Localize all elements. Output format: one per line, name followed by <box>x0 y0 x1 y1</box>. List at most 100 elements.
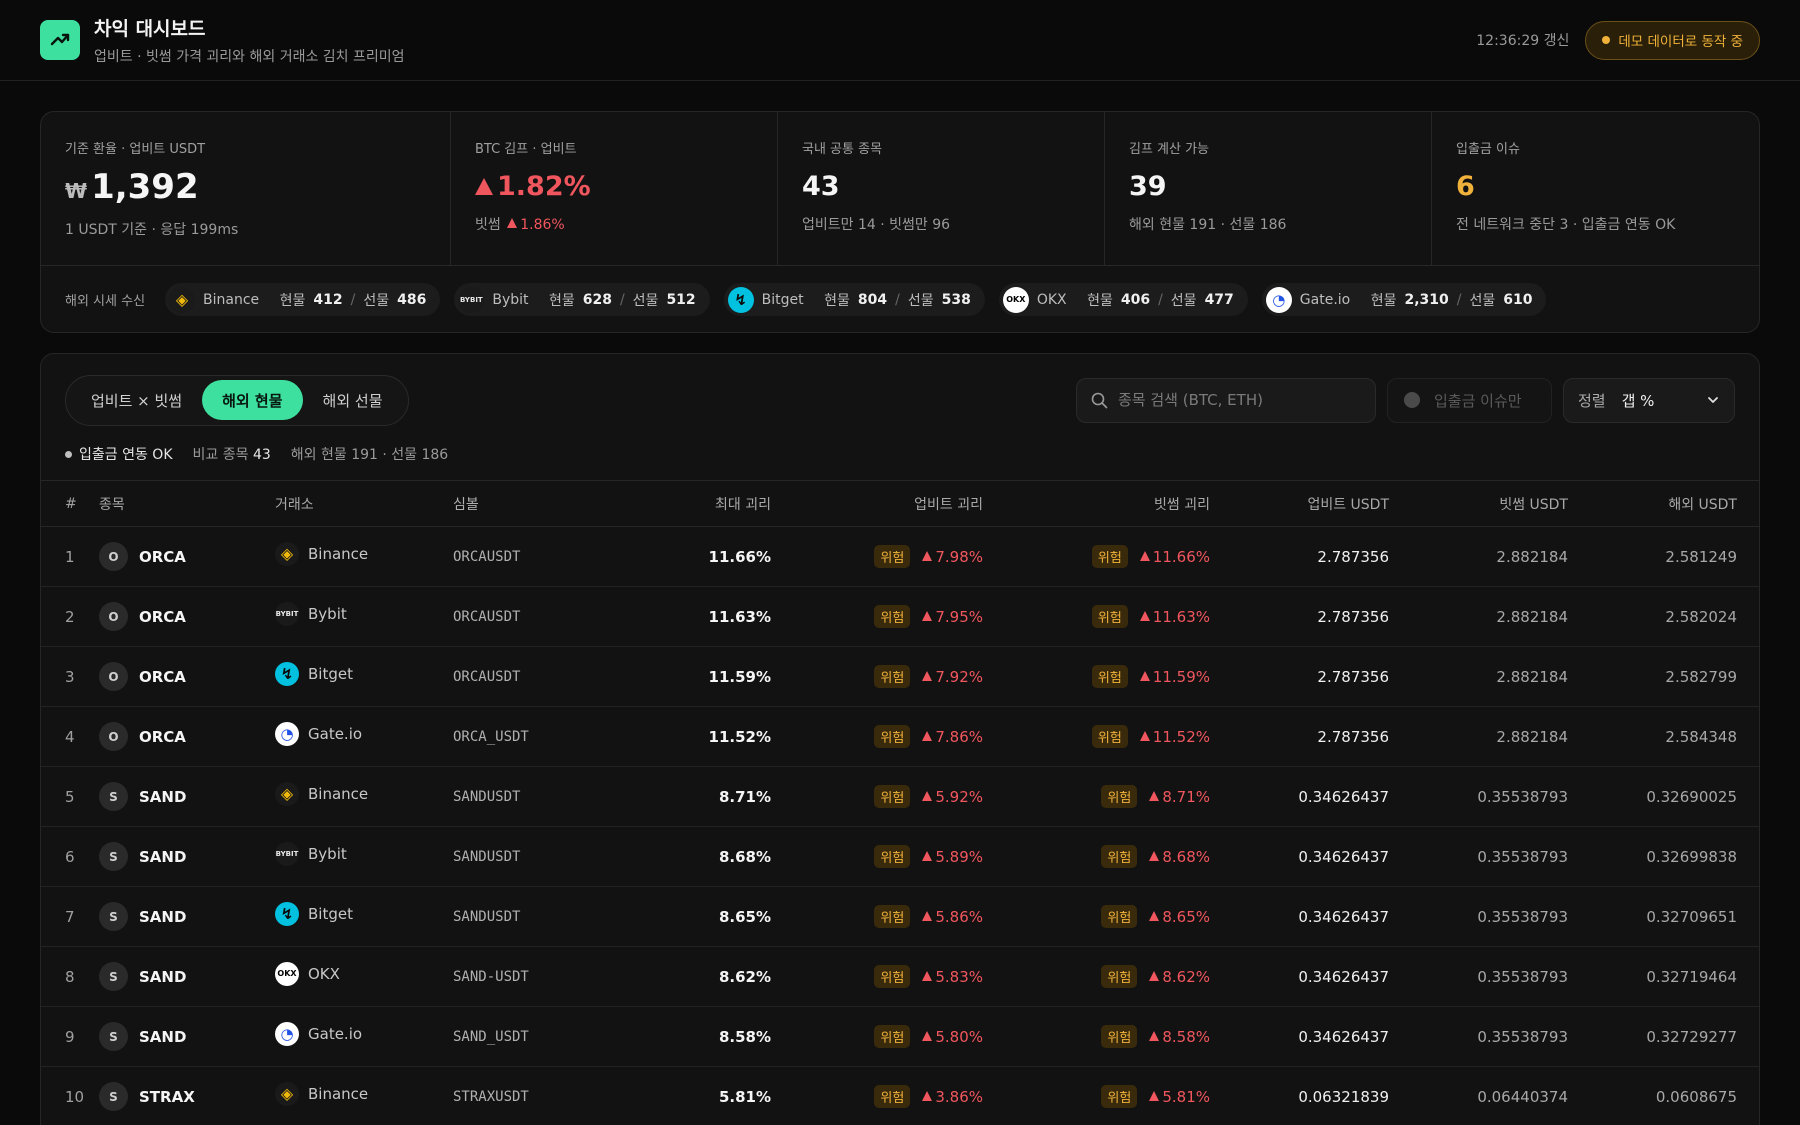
sort-select[interactable]: 정렬 갭 % <box>1563 377 1735 423</box>
feed-pill-binance[interactable]: ◈ Binance 현물 412 / 선물 486 <box>165 283 441 316</box>
upbit-usdt: 0.06321839 <box>1210 1066 1389 1125</box>
stat-btc-kimp: BTC 김프 · 업비트 1.82% 빗썸 1.86% <box>451 112 778 265</box>
row-no: 10 <box>41 1066 99 1125</box>
table-row[interactable]: 1 O ORCA ◈ Binance ORCAUSDT 11.66% 위험 7.98% 위험 11.… <box>41 526 1759 587</box>
table-row[interactable]: 10 S STRAX ◈ Binance STRAXUSDT 5.81% 위험 3.86% 위험 5… <box>41 1066 1759 1125</box>
table-header: # 종목 거래소 심볼 최대 괴리 업비트 괴리 빗썸 괴리 업비트 USDT … <box>41 480 1759 527</box>
upbit-gap: 7.86% <box>935 727 983 746</box>
table-row[interactable]: 2 O ORCA BYBIT Bybit ORCAUSDT 11.63% 위험 7.95% 위험 1… <box>41 586 1759 647</box>
tab-upbit-bithumb[interactable]: 업비트 × 빗썸 <box>71 380 202 420</box>
exchange-name: Gate.io <box>308 1024 363 1043</box>
risk-badge: 위험 <box>1091 665 1128 688</box>
futures-label: 선물 <box>1469 292 1496 309</box>
stat-label: 김프 계산 가능 <box>1129 142 1210 157</box>
risk-badge: 위험 <box>1101 1085 1138 1108</box>
tab-overseas-spot[interactable]: 해외 현물 <box>202 380 303 420</box>
coin-avatar: O <box>99 722 128 751</box>
bithumb-gap: 11.52% <box>1152 727 1210 746</box>
spot-label: 현물 <box>279 292 306 309</box>
search-icon <box>1091 392 1108 408</box>
coin-name: SAND <box>139 907 187 926</box>
exchange-name: Gate.io <box>1299 291 1351 308</box>
triangle-up-icon <box>1139 550 1150 561</box>
table-card: 업비트 × 빗썸 해외 현물 해외 선물 입출금 이슈만 정렬 갭 % 입출금 … <box>40 353 1760 1125</box>
upbit-usdt: 0.34626437 <box>1210 886 1389 947</box>
triangle-up-icon <box>922 730 933 741</box>
bitget-icon: ↯ <box>727 286 754 313</box>
stat-exchange-rate: 기준 환율 · 업비트 USDT ₩1,392 1 USDT 기준 · 응답 1… <box>41 112 451 265</box>
exchange-name: Gate.io <box>308 724 363 743</box>
upbit-gap: 7.92% <box>935 667 983 686</box>
spot-count: 804 <box>857 291 888 308</box>
col-upbit-usdt[interactable]: 업비트 USDT <box>1210 480 1389 527</box>
coin-cell: S STRAX <box>99 1082 275 1111</box>
triangle-up-icon <box>922 670 933 681</box>
stat-sub: 업비트만 14 · 빗썸만 96 <box>802 217 951 233</box>
max-gap: 8.58% <box>605 1006 771 1067</box>
symbol: SAND_USDT <box>453 1006 605 1067</box>
bithumb-gap: 8.58% <box>1162 1027 1210 1046</box>
compare-count: 비교 종목 43 <box>193 444 271 464</box>
col-bithumb-usdt[interactable]: 빗썸 USDT <box>1389 480 1568 527</box>
table-row[interactable]: 4 O ORCA ◔ Gate.io ORCA_USDT 11.52% 위험 7.86% 위험 11… <box>41 706 1759 767</box>
tab-overseas-futures[interactable]: 해외 선물 <box>303 380 403 420</box>
feed-pill-bitget[interactable]: ↯ Bitget 현물 804 / 선물 538 <box>723 283 985 316</box>
feed-pill-okx[interactable]: OKX OKX 현물 406 / 선물 477 <box>998 283 1248 316</box>
bybit-icon: BYBIT <box>275 841 299 866</box>
risk-badge: 위험 <box>874 545 911 568</box>
col-bithumb-gap[interactable]: 빗썸 괴리 <box>983 480 1210 527</box>
triangle-up-icon <box>1149 1030 1160 1041</box>
app-title: 차익 대시보드 <box>94 18 206 40</box>
stat-sub: 빗썸 1.86% <box>475 214 753 234</box>
table-row[interactable]: 9 S SAND ◔ Gate.io SAND_USDT 8.58% 위험 5.80% 위험 8.5… <box>41 1006 1759 1067</box>
table-row[interactable]: 8 S SAND OKX OKX SAND-USDT 8.62% 위험 5.83% 위험 8.62%… <box>41 946 1759 1007</box>
coin-avatar: S <box>99 962 128 991</box>
triangle-up-icon <box>922 1030 933 1041</box>
col-no[interactable]: # <box>41 480 99 527</box>
table-row[interactable]: 3 O ORCA ↯ Bitget ORCAUSDT 11.59% 위험 7.92% 위험 11.5… <box>41 646 1759 707</box>
risk-badge: 위험 <box>1091 545 1128 568</box>
bithumb-usdt: 2.882184 <box>1389 646 1568 707</box>
symbol: SANDUSDT <box>453 826 605 887</box>
col-overseas-usdt[interactable]: 해외 USDT <box>1568 480 1759 527</box>
status-dot-icon <box>65 450 72 458</box>
feed-pill-gateio[interactable]: ◔ Gate.io 현물 2,310 / 선물 610 <box>1261 283 1547 316</box>
won-icon: ₩ <box>65 179 88 203</box>
row-no: 8 <box>41 946 99 1007</box>
row-no: 5 <box>41 766 99 827</box>
risk-badge: 위험 <box>1101 1025 1138 1048</box>
demo-badge[interactable]: 데모 데이터로 동작 중 <box>1585 20 1760 60</box>
col-coin[interactable]: 종목 <box>99 480 275 527</box>
col-exchange[interactable]: 거래소 <box>275 480 453 527</box>
feed-pill-bybit[interactable]: BYBIT Bybit 현물 628 / 선물 512 <box>454 283 710 316</box>
table-row[interactable]: 5 S SAND ◈ Binance SANDUSDT 8.71% 위험 5.92% 위험 8.71… <box>41 766 1759 827</box>
bithumb-gap: 8.65% <box>1162 907 1210 926</box>
stat-kimp-calculable: 김프 계산 가능 39 해외 현물 191 · 선물 186 <box>1105 112 1432 265</box>
upbit-usdt: 0.34626437 <box>1210 1006 1389 1067</box>
exchange-name: Bybit <box>308 604 347 623</box>
upbit-usdt: 2.787356 <box>1210 586 1389 647</box>
col-max-gap[interactable]: 최대 괴리 <box>605 480 771 527</box>
futures-count: 486 <box>397 291 427 308</box>
col-upbit-gap[interactable]: 업비트 괴리 <box>771 480 983 527</box>
compare-value: 43 <box>252 447 271 463</box>
spot-count: 628 <box>582 291 612 308</box>
coin-avatar: O <box>99 542 128 571</box>
deposit-issue-toggle[interactable]: 입출금 이슈만 <box>1387 377 1552 423</box>
table-row[interactable]: 7 S SAND ↯ Bitget SANDUSDT 8.65% 위험 5.86% 위험 8.65%… <box>41 886 1759 947</box>
coin-avatar: S <box>99 1022 128 1051</box>
search-input[interactable] <box>1118 391 1358 409</box>
separator: / <box>1456 291 1462 308</box>
bitget-icon: ↯ <box>275 661 299 686</box>
coin-name: ORCA <box>139 607 186 626</box>
gate-icon: ◔ <box>275 721 299 746</box>
col-symbol[interactable]: 심볼 <box>453 480 605 527</box>
triangle-up-icon <box>1149 1090 1160 1101</box>
stats-card: 기준 환율 · 업비트 USDT ₩1,392 1 USDT 기준 · 응답 1… <box>40 111 1760 333</box>
table-row[interactable]: 6 S SAND BYBIT Bybit SANDUSDT 8.68% 위험 5.89% 위험 8.… <box>41 826 1759 887</box>
risk-badge: 위험 <box>1091 725 1128 748</box>
coin-name: ORCA <box>139 727 186 746</box>
bithumb-gap: 8.71% <box>1162 787 1210 806</box>
bithumb-gap: 8.68% <box>1162 847 1210 866</box>
exchange-cell: BYBIT Bybit <box>275 601 453 626</box>
